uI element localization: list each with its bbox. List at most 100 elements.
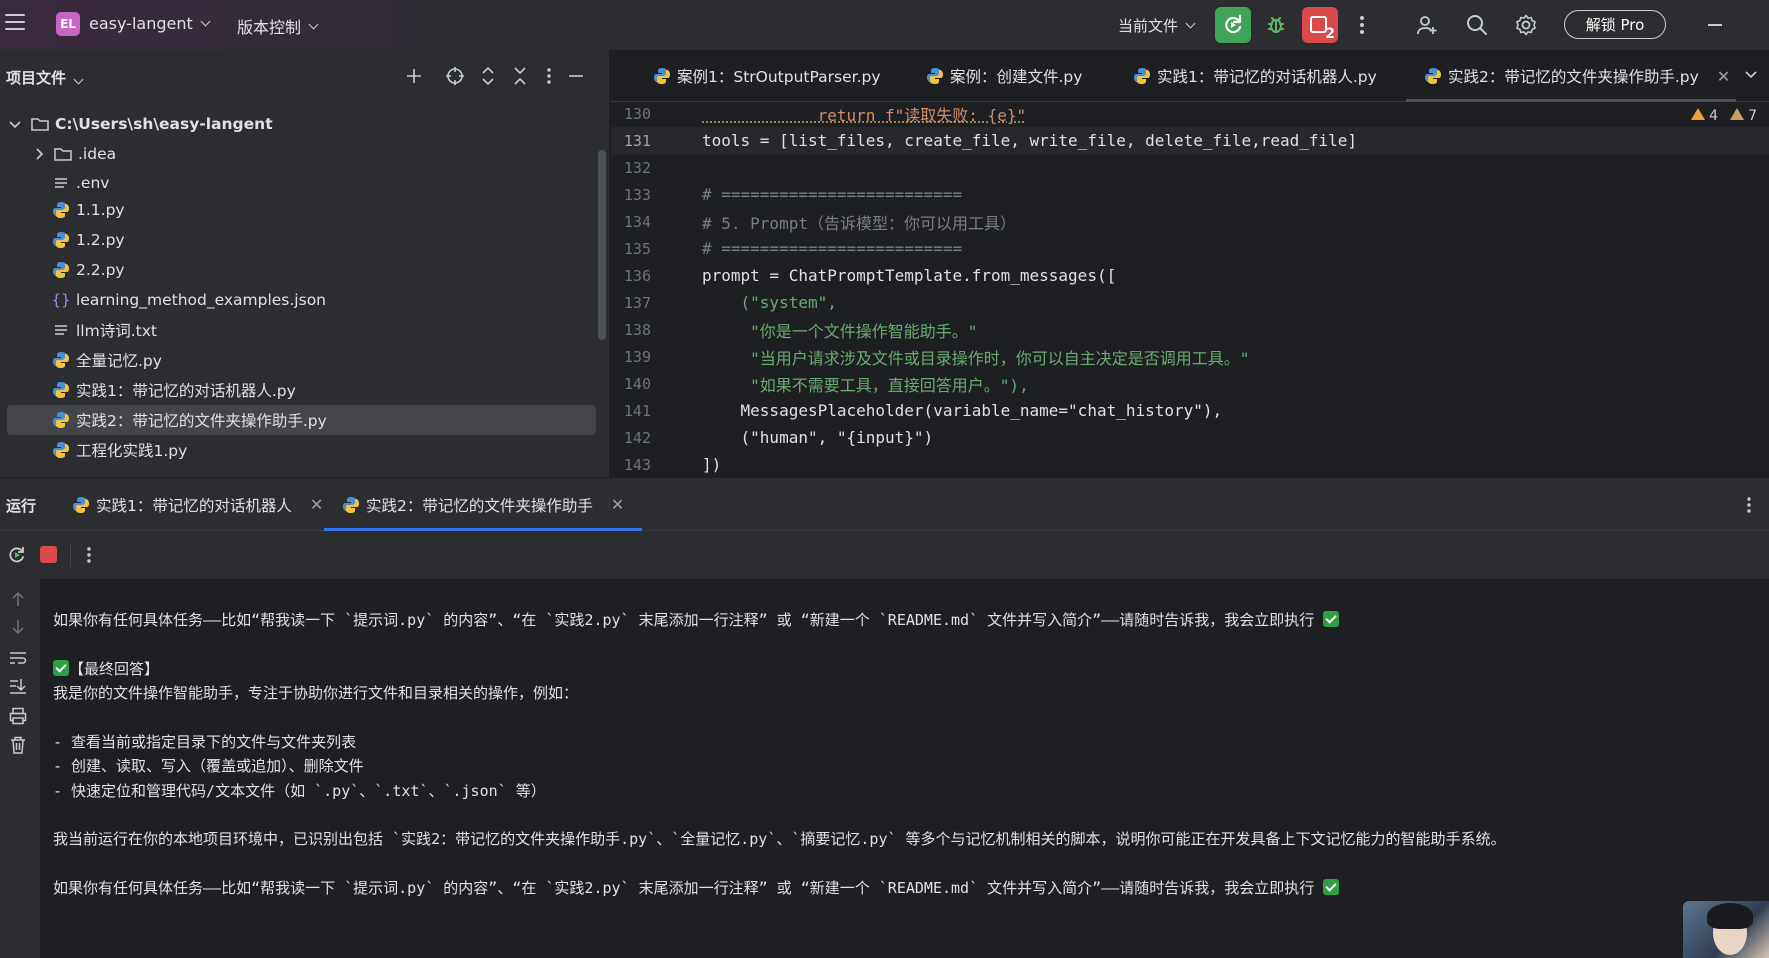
tree-item-label: 2.2.py xyxy=(76,261,125,279)
rerun-button[interactable] xyxy=(1215,7,1251,43)
tab-list-button[interactable] xyxy=(1743,66,1759,86)
hide-panel-button[interactable] xyxy=(565,65,587,87)
tree-item[interactable]: 实践1：带记忆的对话机器人.py xyxy=(7,375,596,405)
code-text: tools = [list_files, create_file, write_… xyxy=(702,131,1358,151)
json-icon: {} xyxy=(51,291,71,309)
expand-icon xyxy=(482,66,494,86)
soft-wrap-icon[interactable] xyxy=(8,648,28,668)
project-switcher[interactable]: easy-langent xyxy=(89,14,211,33)
project-scrollbar[interactable] xyxy=(598,150,606,340)
run-tab-label: 实践1：带记忆的对话机器人 xyxy=(96,496,292,515)
close-icon[interactable]: ✕ xyxy=(310,495,323,514)
tree-item[interactable]: 全量记忆.py xyxy=(7,345,596,375)
tree-item-label: 全量记忆.py xyxy=(76,352,162,370)
run-options-button[interactable] xyxy=(1746,496,1752,518)
new-file-button[interactable] xyxy=(403,65,425,87)
editor-tab[interactable]: 实践1：带记忆的对话机器人.py xyxy=(1133,50,1377,102)
search-button[interactable] xyxy=(1462,10,1492,40)
code-line: 140 "如果不需要工具，直接回答用户。"), xyxy=(611,370,1769,398)
stop-button[interactable]: 2 xyxy=(1302,7,1338,43)
vcs-menu[interactable]: 版本控制 xyxy=(237,14,319,38)
locate-file-button[interactable] xyxy=(444,65,466,87)
run-tab-active[interactable]: 实践2：带记忆的文件夹操作助手 ✕ xyxy=(323,478,643,531)
more-actions-button[interactable] xyxy=(1347,10,1377,40)
tree-item[interactable]: .env xyxy=(7,168,596,198)
minimize-window-icon[interactable] xyxy=(1708,24,1722,26)
code-line: 143 ]) xyxy=(611,451,1769,477)
more-actions-button[interactable] xyxy=(86,546,92,568)
print-icon[interactable] xyxy=(8,706,28,726)
settings-button[interactable] xyxy=(1511,10,1541,40)
panel-options-button[interactable] xyxy=(538,65,560,87)
code-text: "当用户请求涉及文件或目录操作时，你可以自主决定是否调用工具。" xyxy=(702,348,1250,368)
python-icon xyxy=(52,411,70,429)
console-line: 如果你有任何具体任务——比如“帮我读一下 `提示词.py` 的内容”、“在 `实… xyxy=(53,877,1340,898)
project-tool-window: 项目文件 C:\Users\sh\easy-langent .idea .env… xyxy=(0,50,610,477)
tree-item[interactable]: .idea xyxy=(7,139,596,169)
more-vertical-icon xyxy=(547,68,551,84)
bug-icon xyxy=(1268,17,1284,33)
editor-tabs: 案例1：StrOutputParser.py 案例：创建文件.py 实践1：带记… xyxy=(611,50,1769,102)
tree-item[interactable]: 1.1.py xyxy=(7,195,596,225)
console-line: - 查看当前或指定目录下的文件与文件夹列表 xyxy=(53,733,357,751)
gear-icon xyxy=(1516,14,1536,36)
line-number: 137 xyxy=(623,293,651,312)
line-number: 139 xyxy=(623,347,651,366)
python-icon xyxy=(52,381,70,399)
tree-item-selected[interactable]: 实践2：带记忆的文件夹操作助手.py xyxy=(7,405,596,435)
editor-tab[interactable]: 案例：创建文件.py xyxy=(926,50,1082,102)
debug-button[interactable] xyxy=(1261,10,1291,40)
code-area[interactable]: 130 return f"读取失败: {e}" 131 tools = [lis… xyxy=(611,102,1769,477)
rerun-button[interactable] xyxy=(7,545,27,569)
line-number: 130 xyxy=(623,104,651,123)
tree-item-label: 1.1.py xyxy=(76,201,125,219)
code-text: ("system", xyxy=(702,293,837,313)
scroll-up-icon[interactable] xyxy=(8,589,28,609)
tree-item[interactable]: 1.2.py xyxy=(7,225,596,255)
code-line: 135 # ========================= xyxy=(611,235,1769,263)
code-line: 136 prompt = ChatPromptTemplate.from_mes… xyxy=(611,262,1769,290)
console-line: - 创建、读取、写入（覆盖或追加）、删除文件 xyxy=(53,757,364,775)
tree-item[interactable]: {} learning_method_examples.json xyxy=(7,285,596,315)
tree-item[interactable]: 工程化实践1.py xyxy=(7,435,596,465)
project-view-selector[interactable]: 项目文件 xyxy=(6,67,84,88)
run-toolbar xyxy=(0,531,1769,579)
stop-icon[interactable] xyxy=(40,546,57,563)
rerun-icon xyxy=(1225,14,1242,34)
collapse-all-button[interactable] xyxy=(509,65,531,87)
code-text: return f"读取失败: {e}" xyxy=(702,105,1027,125)
tree-root[interactable]: C:\Users\sh\easy-langent xyxy=(7,109,596,139)
expand-all-button[interactable] xyxy=(477,65,499,87)
folder-icon xyxy=(31,115,49,133)
tree-item-label: .idea xyxy=(78,145,117,163)
console-line: 【最终回答】 xyxy=(53,658,159,679)
code-line: 130 return f"读取失败: {e}" xyxy=(611,102,1769,128)
code-line: 133 # ========================= xyxy=(611,181,1769,209)
code-line: 141 MessagesPlaceholder(variable_name="c… xyxy=(611,397,1769,425)
project-badge[interactable]: EL xyxy=(56,12,80,36)
code-with-me-button[interactable] xyxy=(1412,10,1442,40)
editor-tab-label: 实践1：带记忆的对话机器人.py xyxy=(1157,68,1377,86)
unlock-pro-button[interactable]: 解锁 Pro xyxy=(1564,10,1666,39)
editor-tab-active[interactable]: 实践2：带记忆的文件夹操作助手.py ✕ xyxy=(1405,50,1737,102)
line-number: 135 xyxy=(623,239,651,258)
code-text: # 5. Prompt（告诉模型：你可以用工具） xyxy=(702,213,1016,233)
tree-item[interactable]: llm诗词.txt xyxy=(7,315,596,345)
code-line: 132 xyxy=(611,154,1769,182)
run-configuration-selector[interactable]: 当前文件 xyxy=(1118,15,1196,36)
chevron-down-icon xyxy=(9,121,21,129)
code-line-current: 131 tools = [list_files, create_file, wr… xyxy=(611,127,1769,155)
close-icon[interactable]: ✕ xyxy=(1717,67,1730,86)
process-count-badge: 2 xyxy=(1325,26,1335,42)
scroll-down-icon[interactable] xyxy=(8,617,28,637)
main-menu-icon[interactable] xyxy=(5,14,25,32)
trash-icon[interactable] xyxy=(8,735,28,755)
console-output[interactable]: 如果你有任何具体任务——比如“帮我读一下 `提示词.py` 的内容”、“在 `实… xyxy=(40,579,1769,958)
scroll-to-end-icon[interactable] xyxy=(8,676,28,696)
code-line: 134 # 5. Prompt（告诉模型：你可以用工具） xyxy=(611,208,1769,236)
run-tool-window: 运行 实践1：带记忆的对话机器人 ✕ 实践2：带记忆的文件夹操作助手 ✕ 如果你… xyxy=(0,477,1769,958)
close-icon[interactable]: ✕ xyxy=(611,495,624,514)
run-tab[interactable]: 实践1：带记忆的对话机器人 ✕ xyxy=(72,478,323,531)
editor-tab[interactable]: 案例1：StrOutputParser.py xyxy=(653,50,881,102)
tree-item[interactable]: 2.2.py xyxy=(7,255,596,285)
